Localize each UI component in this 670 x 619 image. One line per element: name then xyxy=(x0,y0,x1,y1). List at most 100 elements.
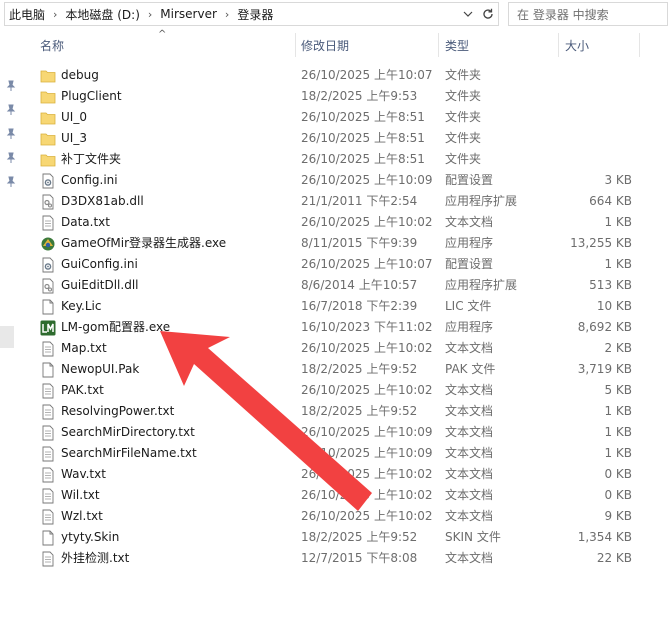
file-row[interactable]: 外挂检测.txt 12/7/2015 下午8:08 文本文档 22 KB xyxy=(22,548,670,569)
column-divider[interactable] xyxy=(295,33,296,57)
file-row[interactable]: PlugClient 18/2/2025 上午9:53 文件夹 xyxy=(22,86,670,107)
column-divider[interactable] xyxy=(558,33,559,57)
file-row[interactable]: Wzl.txt 26/10/2025 上午10:02 文本文档 9 KB xyxy=(22,506,670,527)
file-name: NewopUI.Pak xyxy=(61,362,140,376)
breadcrumb-mirserver[interactable]: Mirserver xyxy=(160,7,217,21)
file-type: 文本文档 xyxy=(445,383,494,397)
file-modified-date: 26/10/2025 上午8:51 xyxy=(301,152,425,166)
text-file-icon xyxy=(40,383,56,399)
file-size: 664 KB xyxy=(589,194,632,208)
search-input[interactable]: 在 登录器 中搜索 xyxy=(508,2,668,26)
breadcrumb-this-pc[interactable]: 此电脑 xyxy=(9,6,45,23)
file-type: 应用程序扩展 xyxy=(445,278,518,292)
file-row[interactable]: D3DX81ab.dll 21/1/2011 下午2:54 应用程序扩展 664 KB xyxy=(22,191,670,212)
pin-icon[interactable] xyxy=(5,128,17,140)
file-type: 文本文档 xyxy=(445,446,494,460)
file-row[interactable]: Data.txt 26/10/2025 上午10:02 文本文档 1 KB xyxy=(22,212,670,233)
file-row[interactable]: SearchMirDirectory.txt 26/10/2025 上午10:09… xyxy=(22,422,670,443)
file-row[interactable]: PAK.txt 26/10/2025 上午10:02 文本文档 5 KB xyxy=(22,380,670,401)
address-bar[interactable]: 此电脑 › 本地磁盘 (D:) › Mirserver › 登录器 xyxy=(4,2,499,26)
folder-icon xyxy=(40,89,56,105)
file-modified-date: 26/10/2025 上午10:09 xyxy=(301,173,433,187)
text-file-icon xyxy=(40,404,56,420)
breadcrumb-current-folder[interactable]: 登录器 xyxy=(237,6,273,23)
column-header-size[interactable]: 大小 xyxy=(565,30,635,60)
file-row[interactable]: GuiEditDll.dll 8/6/2014 上午10:57 应用程序扩展 513 … xyxy=(22,275,670,296)
file-row[interactable]: LM-gom配置器.exe 16/10/2023 下午11:02 应用程序 8,692… xyxy=(22,317,670,338)
file-row[interactable]: Key.Lic 16/7/2018 下午2:39 LIC 文件 10 KB xyxy=(22,296,670,317)
file-modified-date: 18/2/2025 上午9:52 xyxy=(301,530,418,544)
file-name: Wil.txt xyxy=(61,488,100,502)
file-size: 1 KB xyxy=(604,446,632,460)
file-type: 文件夹 xyxy=(445,152,482,166)
file-size: 0 KB xyxy=(604,467,632,481)
pin-icon[interactable] xyxy=(5,152,17,164)
file-size: 1 KB xyxy=(604,215,632,229)
file-modified-date: 21/1/2011 下午2:54 xyxy=(301,194,418,208)
file-modified-date: 18/2/2025 上午9:52 xyxy=(301,362,418,376)
file-modified-date: 26/10/2025 上午10:02 xyxy=(301,383,433,397)
file-name: Wzl.txt xyxy=(61,509,103,523)
file-name: PAK.txt xyxy=(61,383,104,397)
text-file-icon xyxy=(40,446,56,462)
pin-icon[interactable] xyxy=(5,104,17,116)
file-modified-date: 16/10/2023 下午11:02 xyxy=(301,320,433,334)
file-row[interactable]: SearchMirFileName.txt 26/10/2025 上午10:09 文… xyxy=(22,443,670,464)
file-name: GameOfMir登录器生成器.exe xyxy=(61,236,227,250)
file-type: 文件夹 xyxy=(445,110,482,124)
file-type: 文本文档 xyxy=(445,467,494,481)
file-type: 文本文档 xyxy=(445,425,494,439)
file-type: PAK 文件 xyxy=(445,362,496,376)
file-row[interactable]: ytyty.Skin 18/2/2025 上午9:52 SKIN 文件 1,354 K… xyxy=(22,527,670,548)
breadcrumb-chevron-icon[interactable]: › xyxy=(53,8,57,21)
file-type: 文件夹 xyxy=(445,131,482,145)
column-header-date[interactable]: 修改日期 xyxy=(301,30,436,60)
file-size: 5 KB xyxy=(604,383,632,397)
breadcrumb-chevron-icon[interactable]: › xyxy=(225,8,229,21)
file-row[interactable]: UI_3 26/10/2025 上午8:51 文件夹 xyxy=(22,128,670,149)
column-divider[interactable] xyxy=(438,33,439,57)
file-name: Data.txt xyxy=(61,215,110,229)
file-name: UI_0 xyxy=(61,110,87,124)
file-row[interactable]: NewopUI.Pak 18/2/2025 上午9:52 PAK 文件 3,719 K… xyxy=(22,359,670,380)
column-header-type[interactable]: 类型 xyxy=(445,30,555,60)
file-type: 文本文档 xyxy=(445,509,494,523)
breadcrumb-drive-d[interactable]: 本地磁盘 (D:) xyxy=(65,6,139,23)
column-header-type-label: 类型 xyxy=(445,38,470,53)
file-name: UI_3 xyxy=(61,131,87,145)
file-type: 配置设置 xyxy=(445,173,494,187)
file-type: 应用程序扩展 xyxy=(445,194,518,208)
refresh-icon[interactable] xyxy=(478,3,498,25)
address-dropdown-icon[interactable] xyxy=(458,3,478,25)
file-name: 补丁文件夹 xyxy=(61,152,122,166)
file-row[interactable]: Config.ini 26/10/2025 上午10:09 配置设置 3 KB xyxy=(22,170,670,191)
file-row[interactable]: ResolvingPower.txt 18/2/2025 上午9:52 文本文档 1 … xyxy=(22,401,670,422)
file-row[interactable]: Wav.txt 26/10/2025 上午10:02 文本文档 0 KB xyxy=(22,464,670,485)
folder-icon xyxy=(40,152,56,168)
file-name: Wav.txt xyxy=(61,467,106,481)
app-exe-icon xyxy=(40,236,56,252)
file-row[interactable]: GameOfMir登录器生成器.exe 8/11/2015 下午9:39 应用程序 1… xyxy=(22,233,670,254)
file-row[interactable]: UI_0 26/10/2025 上午8:51 文件夹 xyxy=(22,107,670,128)
file-type: 文件夹 xyxy=(445,89,482,103)
file-row[interactable]: GuiConfig.ini 26/10/2025 上午10:07 配置设置 1 KB xyxy=(22,254,670,275)
folder-icon xyxy=(40,110,56,126)
file-modified-date: 26/10/2025 上午10:09 xyxy=(301,446,433,460)
file-modified-date: 18/2/2025 上午9:53 xyxy=(301,89,418,103)
pin-icon[interactable] xyxy=(5,80,17,92)
pin-icon[interactable] xyxy=(5,176,17,188)
column-header-size-label: 大小 xyxy=(565,38,590,53)
nav-scrollbar-thumb[interactable] xyxy=(0,326,14,348)
column-header-name[interactable]: 名称 xyxy=(40,30,295,60)
folder-icon xyxy=(40,68,56,84)
column-divider[interactable] xyxy=(639,33,640,57)
file-row[interactable]: Map.txt 26/10/2025 上午10:02 文本文档 2 KB xyxy=(22,338,670,359)
file-row[interactable]: debug 26/10/2025 上午10:07 文件夹 xyxy=(22,65,670,86)
file-row[interactable]: 补丁文件夹 26/10/2025 上午8:51 文件夹 xyxy=(22,149,670,170)
file-row[interactable]: Wil.txt 26/10/2025 上午10:02 文本文档 0 KB xyxy=(22,485,670,506)
settings-file-icon xyxy=(40,173,56,189)
file-type: 应用程序 xyxy=(445,320,494,334)
file-modified-date: 8/11/2015 下午9:39 xyxy=(301,236,418,250)
generic-file-icon xyxy=(40,530,56,546)
breadcrumb-chevron-icon[interactable]: › xyxy=(148,8,152,21)
